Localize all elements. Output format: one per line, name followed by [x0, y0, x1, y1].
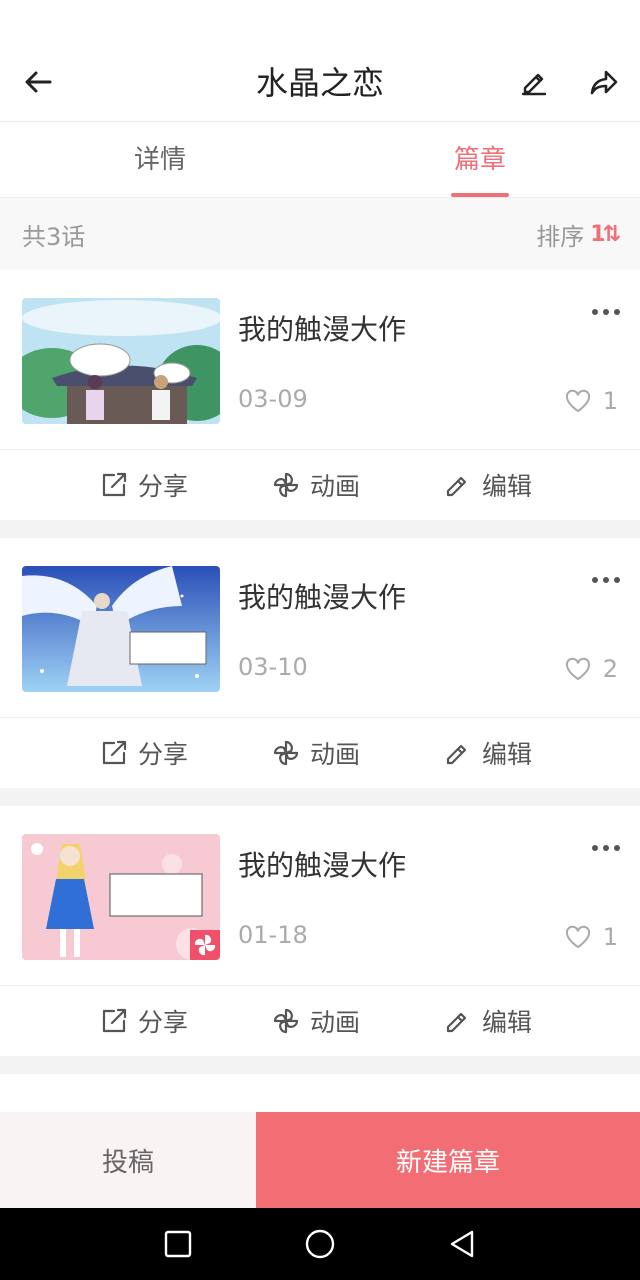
- chapter-actions: 分享 动画 编辑: [0, 450, 640, 520]
- chapter-thumbnail: [22, 298, 220, 424]
- like-button[interactable]: 2: [565, 655, 618, 683]
- square-icon: [164, 1230, 192, 1258]
- chapter-actions: 分享 动画 编辑: [0, 718, 640, 788]
- chapter-date: 03-10: [238, 653, 308, 681]
- separator: [0, 520, 640, 538]
- more-options-icon[interactable]: [592, 570, 620, 590]
- chapter-summary: 共3话 排序 1⇅: [0, 198, 640, 270]
- chapter-date: 01-18: [238, 921, 308, 949]
- chapter-title: 我的触漫大作: [238, 581, 407, 614]
- share-arrow-icon: [590, 70, 618, 95]
- separator: [0, 1056, 640, 1074]
- sort-button[interactable]: 排序 1⇅: [536, 217, 621, 252]
- edit-button[interactable]: [514, 62, 554, 102]
- pinwheel-icon: [273, 740, 299, 766]
- tab-chapters[interactable]: 篇章: [320, 122, 640, 197]
- heart-icon: [565, 657, 590, 681]
- chapter-title: 我的触漫大作: [238, 313, 407, 346]
- chapter-card: 我的触漫大作 01-18 1 分享 动画 编辑: [0, 806, 640, 1056]
- chapter-title: 我的触漫大作: [238, 849, 407, 882]
- chapter-info[interactable]: 我的触漫大作 03-10 2: [0, 538, 640, 718]
- share-action-button[interactable]: 分享: [100, 1003, 272, 1039]
- eraser-pencil-icon: [446, 476, 467, 497]
- tab-bar: 详情 篇章: [0, 122, 640, 198]
- chapter-card: 我的触漫大作 03-09 1 分享 动画 编辑: [0, 270, 640, 520]
- pencil-icon: [521, 73, 547, 96]
- chapter-count: 共3话: [22, 222, 86, 251]
- arrow-left-icon: [25, 71, 52, 93]
- chapter-thumbnail: [22, 834, 220, 960]
- tab-details[interactable]: 详情: [0, 122, 320, 197]
- more-options-icon[interactable]: [592, 838, 620, 858]
- share-action-button[interactable]: 分享: [100, 467, 272, 503]
- chapter-date: 03-09: [238, 385, 308, 413]
- eraser-pencil-icon: [446, 744, 467, 765]
- bottom-action-bar: 投稿 新建篇章: [0, 1112, 640, 1208]
- top-bar: 水晶之恋: [0, 44, 640, 122]
- sort-icon: 1⇅: [590, 221, 621, 247]
- share-button[interactable]: [584, 62, 624, 102]
- back-button[interactable]: [18, 62, 58, 102]
- circle-icon: [305, 1229, 335, 1259]
- system-navigation-bar: [0, 1208, 640, 1280]
- pinwheel-icon: [273, 472, 299, 498]
- chapter-card: 我的触漫大作 03-10 2 分享 动画 编辑: [0, 538, 640, 788]
- chapter-info[interactable]: 我的触漫大作 03-09 1: [0, 270, 640, 450]
- chapter-thumbnail: [22, 566, 220, 692]
- heart-icon: [565, 389, 590, 413]
- eraser-pencil-icon: [446, 1012, 467, 1033]
- like-count: 2: [602, 655, 618, 683]
- status-bar: [0, 0, 640, 44]
- edit-action-button[interactable]: 编辑: [444, 467, 616, 503]
- triangle-back-icon: [450, 1230, 474, 1258]
- animate-action-button[interactable]: 动画: [272, 1003, 444, 1039]
- home-button[interactable]: [300, 1224, 340, 1264]
- like-count: 1: [602, 387, 618, 415]
- animate-action-button[interactable]: 动画: [272, 735, 444, 771]
- animate-action-button[interactable]: 动画: [272, 467, 444, 503]
- pinwheel-icon: [273, 1008, 299, 1034]
- heart-icon: [565, 925, 590, 949]
- edit-action-button[interactable]: 编辑: [444, 735, 616, 771]
- like-button[interactable]: 1: [565, 387, 618, 415]
- more-options-icon[interactable]: [592, 302, 620, 322]
- share-action-button[interactable]: 分享: [100, 735, 272, 771]
- new-chapter-button[interactable]: 新建篇章: [256, 1112, 640, 1208]
- share-box-icon: [102, 472, 127, 497]
- like-button[interactable]: 1: [565, 923, 618, 951]
- sort-label: 排序: [536, 222, 585, 251]
- chapter-info[interactable]: 我的触漫大作 01-18 1: [0, 806, 640, 986]
- share-box-icon: [102, 740, 127, 765]
- back-nav-button[interactable]: [442, 1224, 482, 1264]
- chapter-actions: 分享 动画 编辑: [0, 986, 640, 1056]
- share-box-icon: [102, 1008, 127, 1033]
- submit-button[interactable]: 投稿: [0, 1112, 256, 1208]
- recent-apps-button[interactable]: [158, 1224, 198, 1264]
- separator: [0, 788, 640, 806]
- like-count: 1: [602, 923, 618, 951]
- edit-action-button[interactable]: 编辑: [444, 1003, 616, 1039]
